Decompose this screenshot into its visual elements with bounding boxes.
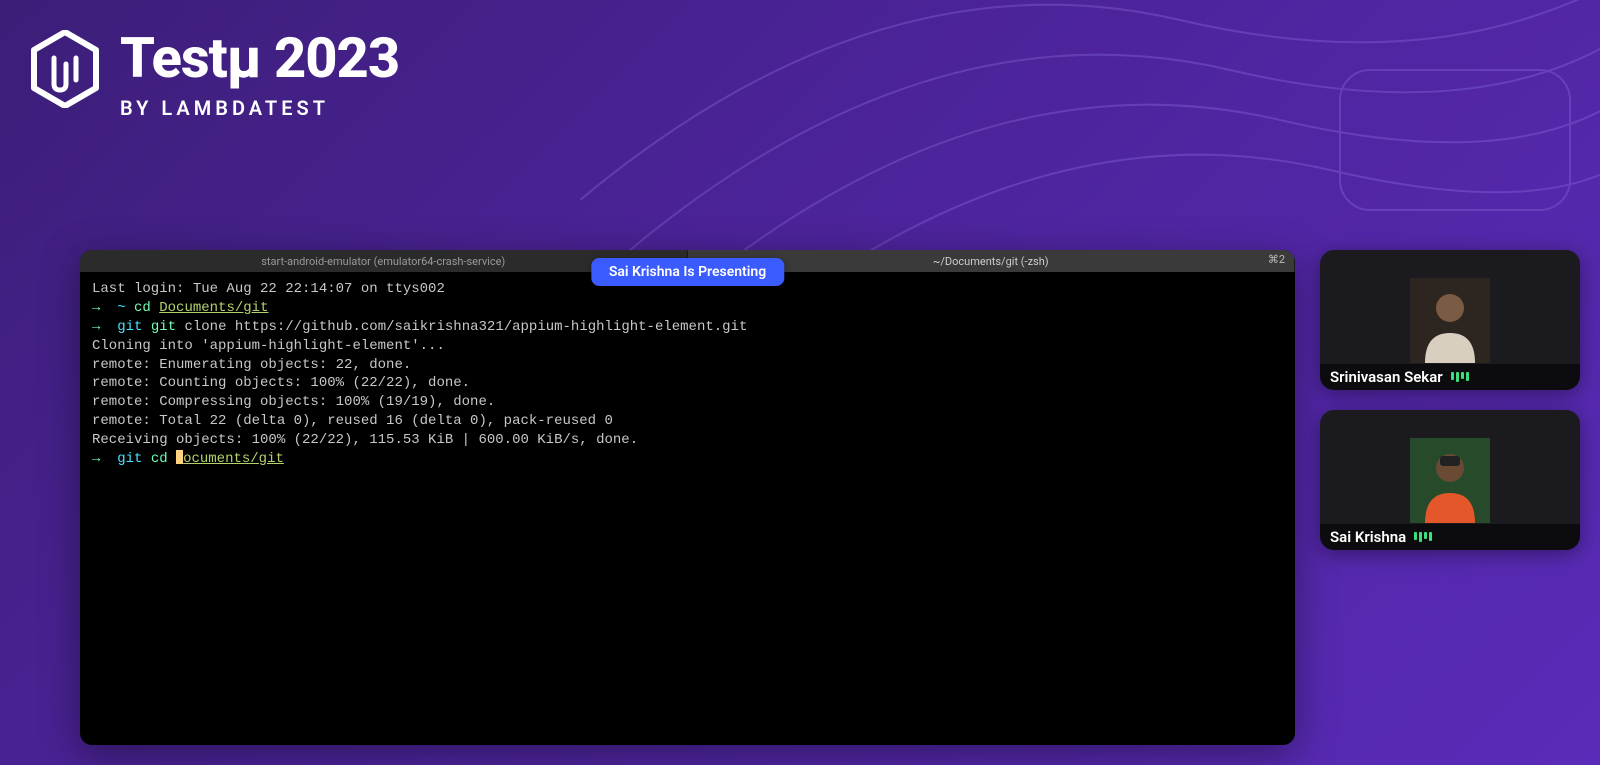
terminal-output[interactable]: Last login: Tue Aug 22 22:14:07 on ttys0… [80,272,1295,745]
prompt-path: ~ [117,300,125,316]
directory-link: Documents/git [159,300,268,316]
avatar [1410,278,1490,363]
speaking-indicator-icon [1414,532,1432,542]
git-branch: git [117,451,142,467]
logo-hex-icon [30,30,100,108]
git-branch: git [117,319,142,335]
terminal-line: Last login: Tue Aug 22 22:14:07 on ttys0… [92,281,445,297]
terminal-line: Receiving objects: 100% (22/22), 115.53 … [92,432,638,448]
speaking-indicator-icon [1451,372,1469,382]
event-title: Testµ 2023 [120,30,399,86]
terminal-cursor-icon [176,450,183,464]
participant-name: Sai Krishna [1330,528,1406,546]
prompt-arrow-icon: → [92,300,100,316]
terminal-window[interactable]: Sai Krishna Is Presenting start-android-… [80,250,1295,745]
event-subtitle: BY LAMBDATEST [120,96,399,120]
participant-tile[interactable]: Sai Krishna [1320,410,1580,550]
participant-tile[interactable]: Srinivasan Sekar [1320,250,1580,390]
presenting-badge: Sai Krishna Is Presenting [591,258,784,286]
prompt-arrow-icon: → [92,451,100,467]
directory-link: ocuments/git [183,451,284,467]
participants-column: Srinivasan Sekar Sai Krishna [1320,250,1580,745]
avatar [1410,438,1490,523]
terminal-line: remote: Enumerating objects: 22, done. [92,357,411,373]
terminal-line: remote: Total 22 (delta 0), reused 16 (d… [92,413,613,429]
participant-namebar: Srinivasan Sekar [1320,364,1580,390]
terminal-line: remote: Counting objects: 100% (22/22), … [92,375,470,391]
command-text: cd [151,451,168,467]
participant-namebar: Sai Krishna [1320,524,1580,550]
terminal-tab-count: ⌘2 [1268,253,1285,266]
header-logo-block: Testµ 2023 BY LAMBDATEST [30,30,399,120]
terminal-line: remote: Compressing objects: 100% (19/19… [92,394,495,410]
command-text: git [151,319,176,335]
prompt-arrow-icon: → [92,319,100,335]
command-args: clone https://github.com/saikrishna321/a… [176,319,747,335]
command-text: cd [134,300,151,316]
terminal-line: Cloning into 'appium-highlight-element'.… [92,338,445,354]
participant-name: Srinivasan Sekar [1330,368,1443,386]
